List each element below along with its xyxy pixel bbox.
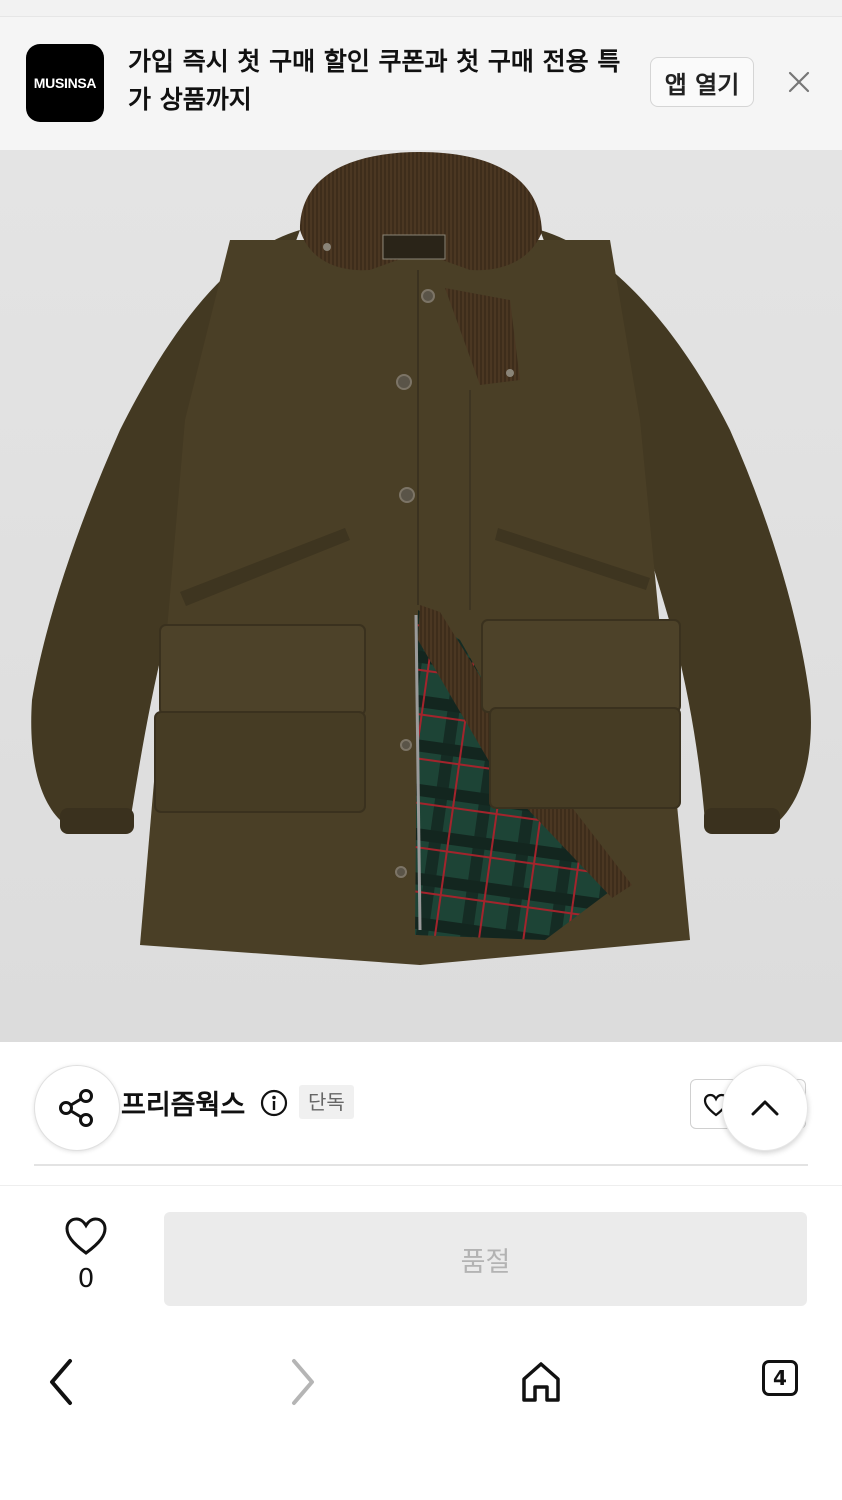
brand-row: 프리즘웍스 단독: [0, 1043, 842, 1165]
divider: [34, 1164, 808, 1166]
purchase-bar: 0 품절: [0, 1186, 842, 1326]
brand-name-link[interactable]: 프리즘웍스: [121, 1083, 245, 1122]
share-button[interactable]: [34, 1065, 120, 1151]
close-icon[interactable]: [786, 69, 812, 95]
like-count: 0: [77, 1264, 95, 1294]
wishlist-button[interactable]: 0: [55, 1216, 117, 1306]
home-icon: [522, 1362, 560, 1402]
back-button[interactable]: [34, 1354, 90, 1410]
home-button[interactable]: [513, 1354, 569, 1410]
musinsa-logo: MUSINSA: [26, 44, 104, 122]
product-image[interactable]: [0, 150, 842, 1042]
soldout-button[interactable]: 품절: [164, 1212, 807, 1306]
chevron-left-icon: [50, 1359, 72, 1405]
app-install-banner: MUSINSA 가입 즉시 첫 구매 할인 쿠폰과 첫 구매 전용 특가 상품까…: [0, 17, 842, 150]
banner-message: 가입 즉시 첫 구매 할인 쿠폰과 첫 구매 전용 특가 상품까지: [128, 47, 621, 114]
chevron-right-icon: [292, 1359, 314, 1405]
status-strip: [0, 0, 842, 17]
forward-button[interactable]: [274, 1354, 330, 1410]
chevron-up-icon: [751, 1100, 779, 1116]
jacket-illustration: [31, 152, 811, 965]
heart-icon: [65, 1217, 107, 1255]
bottom-navigation: 4: [0, 1326, 842, 1500]
share-icon: [59, 1089, 93, 1127]
info-icon[interactable]: [260, 1089, 288, 1117]
open-app-button[interactable]: 앱 열기: [650, 57, 754, 107]
exclusive-tag: 단독: [299, 1085, 354, 1119]
tabs-button[interactable]: 4: [762, 1360, 798, 1396]
scroll-top-button[interactable]: [722, 1065, 808, 1151]
